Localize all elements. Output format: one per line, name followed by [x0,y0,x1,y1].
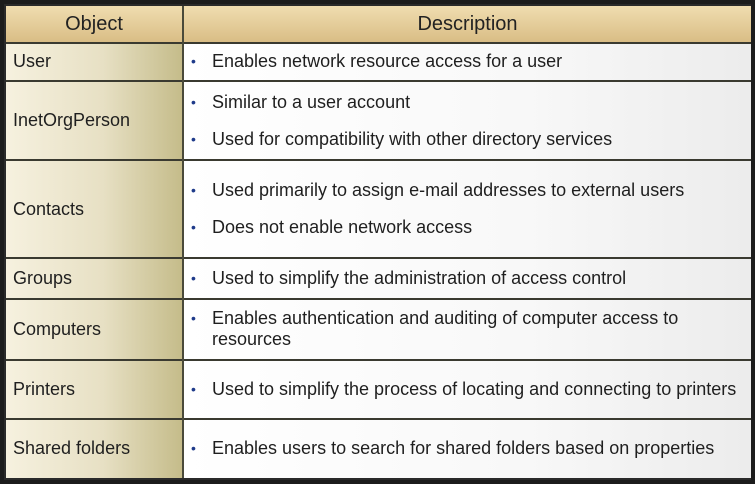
list-item: • Does not enable network access [191,217,473,238]
list-item: • Enables network resource access for a u… [191,51,563,72]
description-cell: • Enables authentication and auditing of … [183,298,751,360]
list-item: • Used primarily to assign e-mail address… [191,180,685,201]
description-cell: • Enables network resource access for a u… [183,42,751,81]
bullet-icon: • [191,440,196,457]
object-cell: Computers [6,298,184,360]
list-item: • Enables users to search for shared fold… [191,438,715,459]
description-cell: • Used primarily to assign e-mail address… [183,159,751,259]
list-item: • Enables authentication and auditing of … [191,308,679,350]
table-row-shared-folders: Shared folders • Enables users to search … [6,417,751,478]
table-row-printers: Printers • Used to simplify the process o… [6,358,751,419]
object-cell: InetOrgPerson [6,79,184,161]
bullet-icon: • [191,310,196,327]
table-row-groups: Groups • Used to simplify the administrat… [6,257,751,300]
table-row-inetorgperson: InetOrgPerson • Similar to a user account… [6,79,751,161]
table-row-contacts: Contacts • Used primarily to assign e-mai… [6,159,751,259]
description-cell: • Enables users to search for shared fold… [183,417,751,478]
bullet-icon: • [191,53,196,70]
object-cell: Shared folders [6,417,184,478]
bullet-icon: • [191,130,196,147]
object-cell: User [6,42,184,81]
object-cell: Groups [6,257,184,300]
description-cell: • Used to simplify the administration of … [183,257,751,300]
header-row: Object Description [6,6,751,43]
description-cell: • Similar to a user account • Used for com… [183,79,751,161]
bullet-icon: • [191,93,196,110]
header-description: Description [183,6,751,43]
list-item: • Used to simplify the process of locatin… [191,378,737,399]
directory-objects-table: Object Description User • Enables network… [6,6,751,478]
bullet-icon: • [191,219,196,236]
bullet-icon: • [191,270,196,287]
object-cell: Contacts [6,159,184,259]
object-cell: Printers [6,358,184,419]
list-item: • Used to simplify the administration of … [191,268,627,289]
table-row-computers: Computers • Enables authentication and au… [6,298,751,360]
list-item: • Used for compatibility with other direc… [191,128,613,149]
list-item: • Similar to a user account [191,91,411,112]
bullet-icon: • [191,380,196,397]
table-row-user: User • Enables network resource access fo… [6,42,751,81]
description-cell: • Used to simplify the process of locatin… [183,358,751,419]
header-object: Object [6,6,184,43]
bullet-icon: • [191,182,196,199]
